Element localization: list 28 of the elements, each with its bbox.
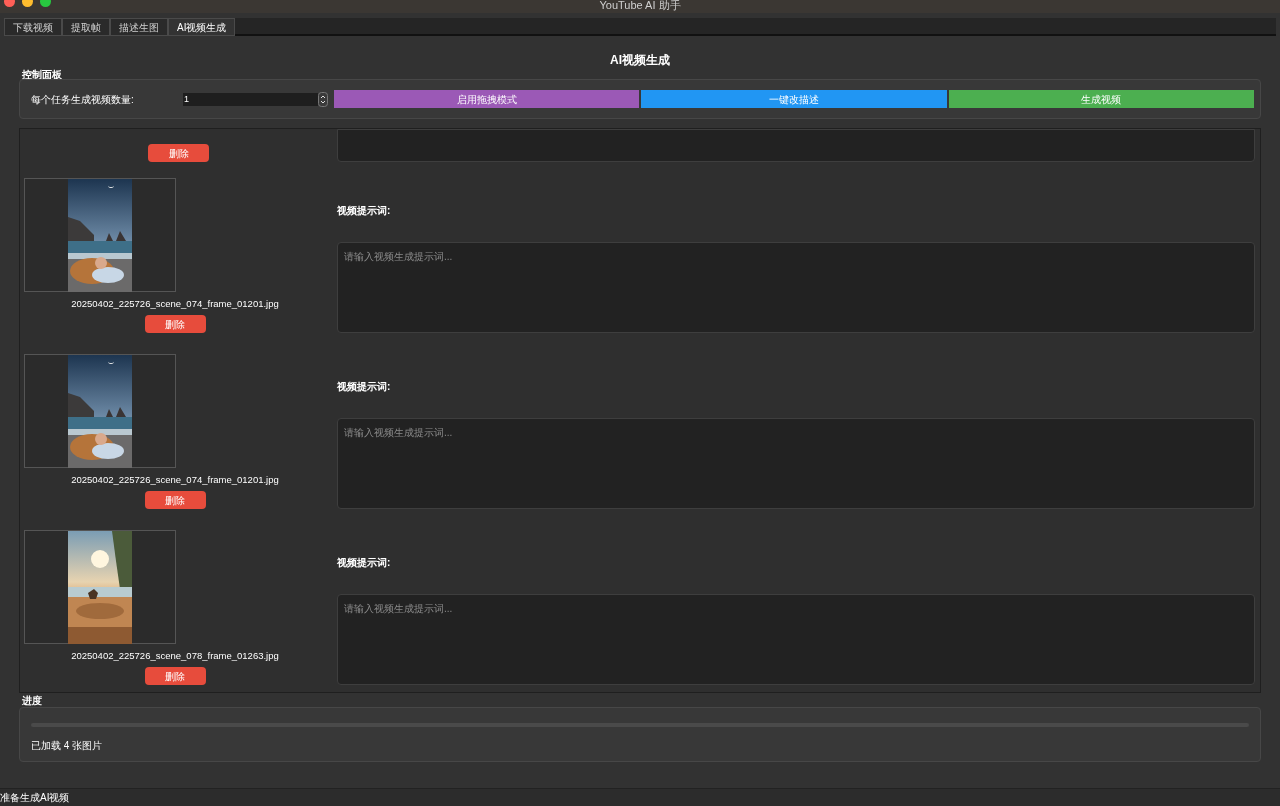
action-button[interactable]: 生成视频 xyxy=(948,90,1254,108)
prompt-label: 视频提示词: xyxy=(337,556,392,568)
prompt-textarea[interactable]: 请输入视频生成提示词... xyxy=(337,418,1255,509)
action-button[interactable]: 启用拖拽模式 xyxy=(334,90,640,108)
delete-button[interactable]: 删除 xyxy=(144,491,206,509)
action-button[interactable]: 一键改描述 xyxy=(641,90,947,108)
delete-button[interactable]: 删除 xyxy=(148,144,209,162)
tab[interactable]: 描述生图 xyxy=(110,18,168,36)
status-text: 准备生成AI视频 xyxy=(0,791,70,805)
window-title: YouTube AI 助手 xyxy=(599,0,681,11)
delete-button[interactable]: 删除 xyxy=(144,315,206,333)
progress-message: 已加载 4 张图片 xyxy=(31,739,104,753)
tab[interactable]: AI视频生成 xyxy=(168,18,236,36)
tab[interactable]: 提取帧 xyxy=(62,18,110,36)
file-name: 20250402_225726_scene_074_frame_01201.jpg xyxy=(70,297,280,311)
tab[interactable]: 下载视频 xyxy=(4,18,62,36)
page-heading: AI视频生成 xyxy=(609,52,671,68)
prompt-textarea[interactable]: 请输入视频生成提示词... xyxy=(337,242,1255,333)
panel-title: 进度 xyxy=(22,695,43,706)
prompt-textarea[interactable]: 请输入视频生成提示词... xyxy=(337,594,1255,685)
stepper-icon[interactable] xyxy=(318,91,328,107)
panel-title: 控制面板 xyxy=(22,69,63,80)
prompt-label: 视频提示词: xyxy=(337,380,392,392)
delete-button[interactable]: 删除 xyxy=(144,667,206,685)
count-label: 每个任务生成视频数量: xyxy=(31,92,135,107)
file-name: 20250402_225726_scene_074_frame_01201.jpg xyxy=(70,473,280,487)
file-name: 20250402_225726_scene_078_frame_01263.jpg xyxy=(70,649,280,663)
prompt-label: 视频提示词: xyxy=(337,204,392,216)
